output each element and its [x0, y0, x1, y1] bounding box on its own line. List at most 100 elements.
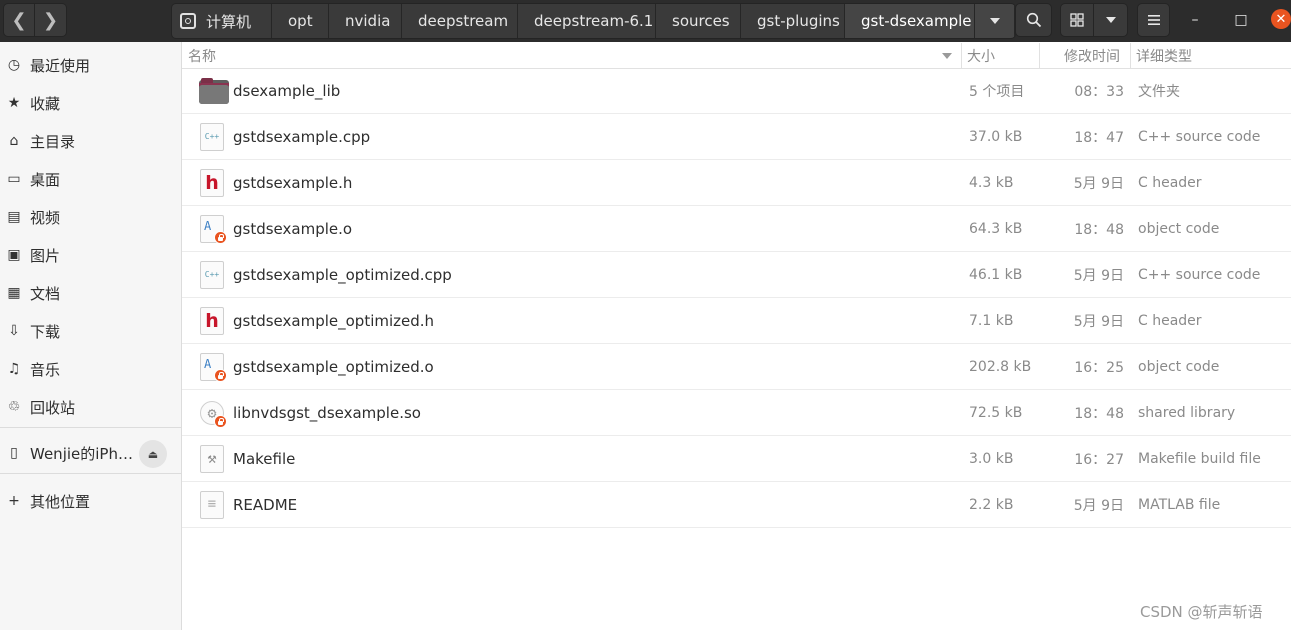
file-name: README	[233, 496, 298, 514]
file-type: object code	[1138, 359, 1220, 375]
chevron-down-icon	[989, 18, 1000, 24]
trash-icon: ♲	[7, 399, 21, 415]
file-modified: 18：48	[1074, 406, 1124, 422]
file-type: 文件夹	[1138, 84, 1180, 100]
file-size: 2.2 kB	[969, 497, 1014, 513]
file-row-libnvdsgst-dsexample-so[interactable]: ⚙ libnvdsgst_dsexample.so 72.5 kB 18：48 …	[182, 390, 1291, 436]
breadcrumb-deepstream-version[interactable]: deepstream-6.1	[518, 4, 656, 38]
breadcrumb-sources[interactable]: sources	[656, 4, 741, 38]
file-type: Makefile build file	[1138, 451, 1261, 467]
header-file-icon: h	[199, 169, 225, 197]
file-row-makefile[interactable]: ⚒ Makefile 3.0 kB 16：27 Makefile build f…	[182, 436, 1291, 482]
sidebar-item-downloads[interactable]: ⇩ 下载	[0, 313, 181, 349]
column-type[interactable]: 详细类型	[1136, 43, 1192, 68]
file-modified: 5月 9日	[1073, 176, 1124, 192]
file-modified: 08：33	[1074, 84, 1124, 100]
view-menu-button[interactable]	[1094, 3, 1128, 37]
file-type: shared library	[1138, 405, 1236, 421]
maximize-icon: □	[1234, 12, 1248, 28]
sidebar-item-trash[interactable]: ♲ 回收站	[0, 389, 181, 425]
lock-icon	[214, 369, 227, 382]
hamburger-menu-icon	[1147, 15, 1160, 25]
breadcrumb-gst-plugins[interactable]: gst-plugins	[741, 4, 845, 38]
sidebar: ◷ 最近使用 ★ 收藏 ⌂ 主目录 ▭ 桌面 ▤ 视频 ▣ 图片 ▦ 文档 ⇩ 下载 ♫ 音乐 ♲…	[0, 42, 182, 630]
column-modified[interactable]: 修改时间	[1064, 43, 1120, 68]
column-name[interactable]: 名称	[188, 43, 216, 68]
sidebar-item-home[interactable]: ⌂ 主目录	[0, 123, 181, 159]
back-button[interactable]: ❮	[3, 3, 35, 37]
cpp-file-icon: C++	[199, 123, 225, 151]
maximize-button[interactable]: □	[1229, 8, 1253, 32]
sidebar-item-label: 下载	[30, 322, 61, 341]
sidebar-item-videos[interactable]: ▤ 视频	[0, 199, 181, 235]
file-row-gstdsexample-optimized-h[interactable]: h gstdsexample_optimized.h 7.1 kB 5月 9日 …	[182, 298, 1291, 344]
file-row-gstdsexample-optimized-cpp[interactable]: C++ gstdsexample_optimized.cpp 46.1 kB 5…	[182, 252, 1291, 298]
file-name: gstdsexample_optimized.h	[233, 312, 435, 330]
hammer-icon: ⚒	[207, 449, 217, 467]
sidebar-item-label: 回收站	[30, 398, 76, 417]
cpp-file-icon: C++	[199, 261, 225, 289]
chevron-left-icon: ❮	[11, 9, 27, 31]
sidebar-item-label: 音乐	[30, 360, 61, 379]
file-name: dsexample_lib	[233, 82, 341, 100]
sidebar-item-recent[interactable]: ◷ 最近使用	[0, 47, 181, 83]
breadcrumb-gst-dsexample[interactable]: gst-dsexample	[845, 4, 975, 38]
search-button[interactable]	[1015, 3, 1052, 37]
close-button[interactable]: ✕	[1271, 9, 1291, 29]
breadcrumb-nvidia[interactable]: nvidia	[329, 4, 402, 38]
sidebar-item-desktop[interactable]: ▭ 桌面	[0, 161, 181, 197]
file-modified: 18：47	[1074, 130, 1124, 146]
sidebar-item-pictures[interactable]: ▣ 图片	[0, 237, 181, 273]
breadcrumb-deepstream[interactable]: deepstream	[402, 4, 518, 38]
document-icon: ▦	[7, 285, 21, 301]
sidebar-item-other-locations[interactable]: + 其他位置	[0, 483, 181, 519]
sidebar-item-label: 文档	[30, 284, 61, 303]
breadcrumb-label: sources	[672, 12, 730, 30]
sidebar-item-label: 视频	[30, 208, 61, 227]
file-type: C header	[1138, 313, 1202, 329]
breadcrumb-label: 计算机	[206, 12, 252, 31]
sidebar-item-music[interactable]: ♫ 音乐	[0, 351, 181, 387]
view-options	[1060, 3, 1128, 37]
forward-button[interactable]: ❯	[35, 3, 67, 37]
file-size: 7.1 kB	[969, 313, 1014, 329]
column-divider	[1039, 43, 1040, 68]
plus-icon: +	[8, 493, 20, 509]
sidebar-item-documents[interactable]: ▦ 文档	[0, 275, 181, 311]
text-lines-icon: ≡	[207, 496, 217, 512]
file-size: 3.0 kB	[969, 451, 1014, 467]
minimize-button[interactable]: –	[1183, 8, 1207, 32]
column-header: 名称 大小 修改时间 详细类型	[182, 43, 1291, 69]
grid-view-button[interactable]	[1060, 3, 1094, 37]
file-row-gstdsexample-cpp[interactable]: C++ gstdsexample.cpp 37.0 kB 18：47 C++ s…	[182, 114, 1291, 160]
path-menu-button[interactable]	[975, 4, 1015, 38]
desktop-icon: ▭	[7, 171, 21, 187]
sidebar-item-starred[interactable]: ★ 收藏	[0, 85, 181, 121]
column-size[interactable]: 大小	[967, 43, 995, 68]
file-row-gstdsexample-optimized-o[interactable]: A gstdsexample_optimized.o 202.8 kB 16：2…	[182, 344, 1291, 390]
column-label: 名称	[188, 48, 216, 65]
file-row-readme[interactable]: ≡ README 2.2 kB 5月 9日 MATLAB file	[182, 482, 1291, 528]
breadcrumb-opt[interactable]: opt	[272, 4, 329, 38]
star-icon: ★	[7, 95, 21, 111]
file-name: gstdsexample_optimized.o	[233, 358, 434, 376]
file-row-gstdsexample-o[interactable]: A gstdsexample.o 64.3 kB 18：48 object co…	[182, 206, 1291, 252]
header-bar: ❮ ❯ 计算机 opt nvidia deepstream deepstream…	[0, 0, 1291, 42]
file-size: 4.3 kB	[969, 175, 1014, 191]
eject-button[interactable]: ⏏	[139, 440, 167, 468]
file-size: 202.8 kB	[969, 359, 1032, 375]
file-row-gstdsexample-h[interactable]: h gstdsexample.h 4.3 kB 5月 9日 C header	[182, 160, 1291, 206]
lock-icon	[214, 415, 227, 428]
main-menu-button[interactable]	[1137, 3, 1170, 37]
breadcrumb-label: opt	[288, 12, 313, 30]
file-modified: 18：48	[1074, 222, 1124, 238]
file-type: object code	[1138, 221, 1220, 237]
breadcrumb-computer[interactable]: 计算机	[172, 4, 272, 38]
breadcrumb-label: gst-plugins	[757, 12, 840, 30]
text-file-icon: ≡	[199, 491, 225, 519]
h-badge: h	[205, 172, 219, 194]
file-size: 5 个项目	[969, 84, 1025, 100]
watermark: CSDN @斩声斩语	[1140, 603, 1263, 621]
file-row-dsexample-lib[interactable]: dsexample_lib 5 个项目 08：33 文件夹	[182, 68, 1291, 114]
file-type: MATLAB file	[1138, 497, 1221, 513]
